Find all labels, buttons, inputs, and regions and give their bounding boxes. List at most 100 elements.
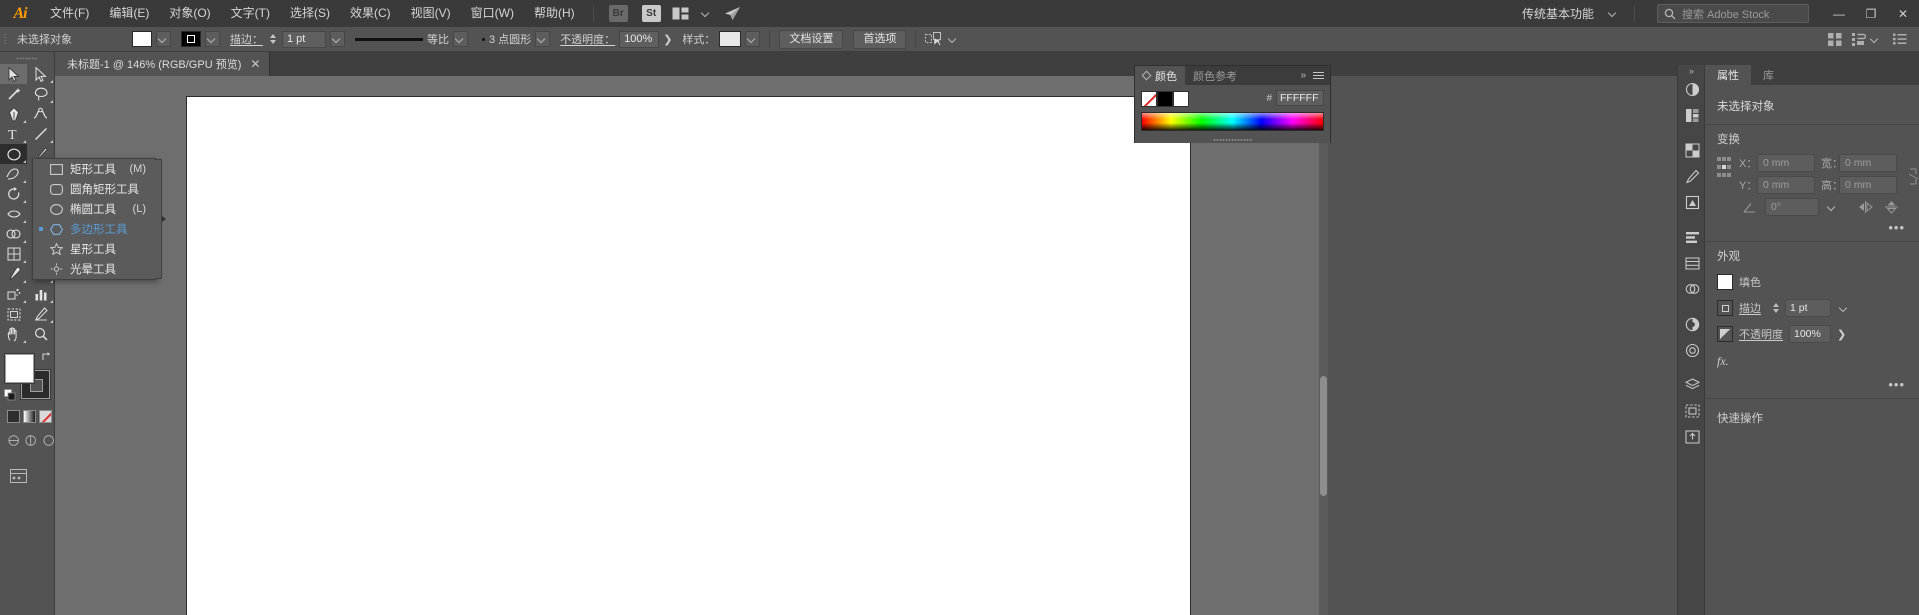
menu-effect[interactable]: 效果(C) bbox=[340, 0, 401, 27]
canvas-vertical-scrollbar[interactable] bbox=[1319, 76, 1328, 615]
height-input[interactable]: 0 mm bbox=[1839, 176, 1897, 194]
control-bar-grip[interactable] bbox=[0, 27, 9, 52]
slice-tool[interactable] bbox=[27, 304, 54, 324]
fill-swatch[interactable] bbox=[132, 31, 152, 47]
none-mode-button[interactable] bbox=[39, 410, 52, 423]
artboard[interactable] bbox=[186, 96, 1191, 615]
appearance-fx-button[interactable]: fx. bbox=[1705, 347, 1919, 369]
menu-select[interactable]: 选择(S) bbox=[280, 0, 340, 27]
pathfinder-icon[interactable] bbox=[1678, 276, 1706, 302]
fill-color-indicator[interactable] bbox=[5, 354, 34, 383]
swatch-none[interactable] bbox=[1141, 91, 1157, 107]
stroke-swatch[interactable] bbox=[181, 31, 201, 47]
anchor-mr[interactable] bbox=[1727, 165, 1731, 169]
swap-fill-stroke-icon[interactable] bbox=[41, 351, 52, 362]
menu-file[interactable]: 文件(F) bbox=[40, 0, 99, 27]
flip-vertical-icon[interactable] bbox=[1881, 197, 1901, 217]
x-input[interactable]: 0 mm bbox=[1757, 154, 1815, 172]
style-swatch[interactable] bbox=[719, 31, 741, 47]
flyout-item-flare-tool[interactable]: 光晕工具 bbox=[33, 259, 155, 279]
curvature-tool[interactable] bbox=[27, 104, 54, 124]
width-tool[interactable] bbox=[0, 204, 27, 224]
stroke-weight-stepper[interactable] bbox=[1773, 303, 1779, 313]
tab-libraries[interactable]: 库 bbox=[1751, 65, 1786, 85]
opacity-control[interactable]: 不透明度： 100% ❯ bbox=[555, 27, 677, 52]
lasso-tool[interactable] bbox=[27, 84, 54, 104]
color-icon[interactable] bbox=[1678, 76, 1706, 102]
y-input[interactable]: 0 mm bbox=[1757, 176, 1815, 194]
appearance-opacity-input[interactable]: 100% bbox=[1789, 325, 1831, 343]
line-segment-tool[interactable] bbox=[27, 124, 54, 144]
stroke-weight-chevron-down-icon[interactable] bbox=[330, 31, 345, 47]
rotate-angle-input[interactable]: 0° bbox=[1765, 198, 1819, 216]
appearance-icon[interactable] bbox=[1678, 337, 1706, 363]
minimize-button[interactable]: — bbox=[1823, 0, 1855, 27]
tools-panel-grip[interactable] bbox=[0, 52, 54, 64]
zoom-tool[interactable] bbox=[27, 324, 54, 344]
hex-input[interactable]: FFFFFF bbox=[1276, 90, 1324, 106]
maximize-button[interactable]: ❐ bbox=[1855, 0, 1887, 27]
color-panel-menu-icon[interactable] bbox=[1310, 66, 1330, 85]
transform-more-options[interactable]: ••• bbox=[1705, 218, 1919, 241]
rectangle-tool[interactable] bbox=[0, 144, 27, 164]
color-panel-expand-icon[interactable]: » bbox=[1300, 66, 1310, 85]
appearance-opacity-swatch[interactable] bbox=[1717, 326, 1733, 342]
anchor-tr[interactable] bbox=[1727, 157, 1731, 161]
magic-wand-tool[interactable] bbox=[0, 84, 27, 104]
appearance-stroke-swatch[interactable] bbox=[1717, 300, 1733, 316]
tab-color-guide[interactable]: 颜色参考 bbox=[1185, 66, 1245, 85]
share-rocket-icon[interactable] bbox=[720, 0, 746, 27]
stroke-color-control[interactable] bbox=[176, 27, 225, 52]
fullscreen-menu-mode-icon[interactable] bbox=[25, 434, 36, 447]
color-spectrum-ramp[interactable] bbox=[1141, 112, 1324, 131]
scrollbar-thumb[interactable] bbox=[1320, 376, 1327, 496]
document-tab-close-icon[interactable]: ✕ bbox=[250, 58, 260, 70]
flyout-item-rounded-rectangle-tool[interactable]: 圆角矩形工具 bbox=[33, 179, 155, 199]
stock-search-input[interactable]: 搜索 Adobe Stock bbox=[1657, 4, 1809, 23]
color-panel-resize-grip[interactable] bbox=[1213, 138, 1253, 142]
select-similar-chevron-down-icon[interactable] bbox=[946, 31, 961, 47]
flyout-item-polygon-tool[interactable]: 多边形工具 bbox=[33, 219, 155, 239]
normal-screen-mode-icon[interactable] bbox=[8, 434, 19, 447]
canvas-area[interactable] bbox=[55, 76, 1328, 615]
direct-selection-tool[interactable] bbox=[27, 64, 54, 84]
angle-chevron-down-icon[interactable] bbox=[1825, 198, 1839, 216]
anchor-ml[interactable] bbox=[1717, 165, 1721, 169]
anchor-mc[interactable] bbox=[1722, 165, 1726, 169]
width-input[interactable]: 0 mm bbox=[1839, 154, 1897, 172]
column-graph-tool[interactable] bbox=[27, 284, 54, 304]
arrange-documents-icon[interactable] bbox=[668, 0, 694, 27]
fullscreen-mode-icon[interactable] bbox=[43, 434, 54, 447]
tab-color[interactable]: 颜色 bbox=[1135, 66, 1185, 85]
rotate-tool[interactable] bbox=[0, 184, 27, 204]
control-bar-menu-button[interactable] bbox=[1888, 27, 1919, 52]
artboards-icon[interactable] bbox=[1678, 398, 1706, 424]
reference-point-selector[interactable] bbox=[1717, 156, 1731, 178]
artboard-tool[interactable] bbox=[0, 304, 27, 324]
anchor-bl[interactable] bbox=[1717, 173, 1721, 177]
transparency-icon[interactable] bbox=[1678, 311, 1706, 337]
mesh-tool[interactable] bbox=[0, 244, 27, 264]
color-mode-button[interactable] bbox=[7, 410, 20, 423]
workspace-chevron-down-icon[interactable] bbox=[1600, 0, 1626, 27]
default-fill-stroke-icon[interactable] bbox=[4, 389, 16, 401]
stroke-dropdown-chevron-down-icon[interactable] bbox=[205, 31, 220, 47]
menu-object[interactable]: 对象(O) bbox=[159, 0, 220, 27]
eyedropper-tool[interactable] bbox=[0, 264, 27, 284]
stroke-weight-input[interactable]: 1 pt bbox=[282, 31, 326, 48]
tab-properties[interactable]: 属性 bbox=[1705, 65, 1751, 85]
opacity-input[interactable]: 100% bbox=[619, 31, 659, 48]
document-tab[interactable]: 未标题-1 @ 146% (RGB/GPU 预览) ✕ bbox=[55, 52, 270, 76]
flyout-tearoff-strip[interactable] bbox=[155, 159, 162, 279]
flyout-item-ellipse-tool[interactable]: 椭圆工具 (L) bbox=[33, 199, 155, 219]
anchor-tl[interactable] bbox=[1717, 157, 1721, 161]
anchor-tc[interactable] bbox=[1722, 157, 1726, 161]
arrange-chevron-down-icon[interactable] bbox=[1868, 31, 1883, 47]
chevron-down-icon[interactable] bbox=[694, 0, 720, 27]
style-chevron-down-icon[interactable] bbox=[745, 31, 760, 47]
asset-export-icon[interactable] bbox=[1678, 424, 1706, 450]
stroke-weight-chevron-down-icon[interactable] bbox=[1837, 299, 1851, 317]
menu-type[interactable]: 文字(T) bbox=[221, 0, 280, 27]
symbols-icon[interactable] bbox=[1678, 189, 1706, 215]
align-icon[interactable] bbox=[1678, 224, 1706, 250]
